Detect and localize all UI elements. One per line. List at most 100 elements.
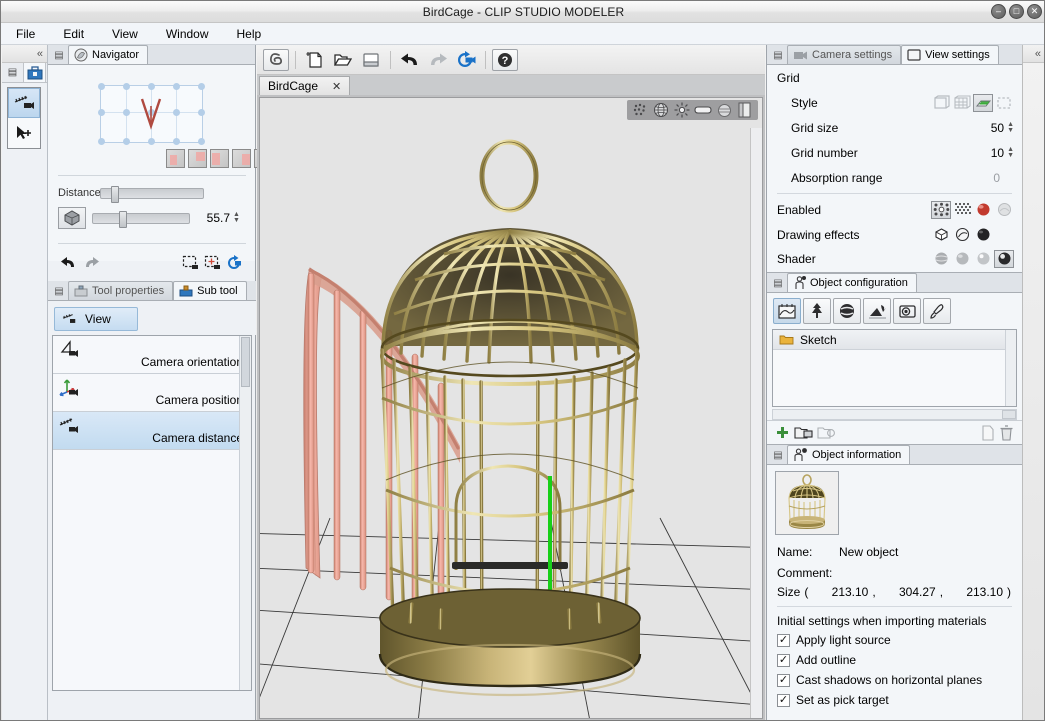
minimize-button[interactable]: – bbox=[991, 4, 1006, 19]
checkbox-row-pick-target[interactable]: ✓ Set as pick target bbox=[767, 690, 1022, 710]
close-button[interactable]: ✕ bbox=[1027, 4, 1042, 19]
viewport-scrollbar[interactable] bbox=[750, 128, 762, 718]
distance-value[interactable]: 55.7 bbox=[196, 211, 230, 225]
object-size-y[interactable]: 304.27 bbox=[880, 585, 936, 599]
wireframe-globe-icon[interactable] bbox=[652, 102, 670, 118]
tab-object-information[interactable]: Object information bbox=[787, 445, 911, 464]
zoom-slider-thumb[interactable] bbox=[119, 210, 127, 228]
subtool-group-view[interactable]: View bbox=[54, 307, 138, 331]
enabled-glass-button[interactable] bbox=[994, 201, 1014, 219]
camera-distance-tool-button[interactable] bbox=[8, 88, 40, 118]
tab-navigator[interactable]: Navigator bbox=[68, 45, 149, 64]
grid-number-spinner[interactable]: ▲ ▼ bbox=[1007, 146, 1014, 159]
redo-button[interactable] bbox=[425, 49, 451, 71]
object-information-menu-icon[interactable]: ▤ bbox=[769, 446, 787, 464]
menu-item-help[interactable]: Help bbox=[234, 26, 265, 42]
maximize-button[interactable]: □ bbox=[1009, 4, 1024, 19]
duplicate-button[interactable] bbox=[981, 424, 995, 441]
document-tab-close-icon[interactable]: ✕ bbox=[332, 80, 341, 93]
document-tab-birdcage[interactable]: BirdCage ✕ bbox=[259, 76, 351, 95]
zoom-slider-track[interactable] bbox=[92, 210, 190, 228]
grid-style-none-button[interactable] bbox=[994, 94, 1014, 112]
light-tool-button[interactable] bbox=[863, 298, 891, 324]
object-name-value[interactable]: New object bbox=[839, 545, 898, 559]
delete-button[interactable] bbox=[999, 424, 1014, 441]
help-button[interactable]: ? bbox=[492, 48, 518, 71]
brush-tool-button[interactable] bbox=[923, 298, 951, 324]
effect-toon-button[interactable] bbox=[952, 226, 972, 244]
open-file-button[interactable] bbox=[330, 49, 356, 71]
shader-textured-button[interactable] bbox=[931, 250, 951, 268]
camera-tool-button[interactable] bbox=[893, 298, 921, 324]
enabled-material-button[interactable] bbox=[973, 201, 993, 219]
sketch-tool-button[interactable] bbox=[773, 298, 801, 324]
undo-button[interactable] bbox=[397, 49, 423, 71]
grid-style-floor-button[interactable] bbox=[973, 93, 993, 112]
fit-object-button[interactable] bbox=[180, 253, 202, 273]
object-move-tool-button[interactable] bbox=[8, 118, 40, 148]
new-file-button[interactable] bbox=[302, 49, 328, 71]
checkbox-row-add-outline[interactable]: ✓ Add outline bbox=[767, 650, 1022, 670]
import-folder-button[interactable] bbox=[817, 425, 836, 440]
subtool-menu-icon[interactable]: ▤ bbox=[50, 282, 68, 300]
menu-item-window[interactable]: Window bbox=[163, 26, 212, 42]
panel-menu-icon[interactable]: ▤ bbox=[50, 46, 68, 64]
view-preset-front[interactable] bbox=[166, 149, 185, 168]
shader-glossy-button[interactable] bbox=[973, 250, 993, 268]
toolbox-tab[interactable] bbox=[24, 63, 46, 82]
object-configuration-scrollbar[interactable] bbox=[1005, 330, 1016, 406]
enabled-dots-button[interactable] bbox=[931, 200, 951, 219]
effect-solid-button[interactable] bbox=[973, 226, 993, 244]
grid-style-box-button[interactable] bbox=[931, 94, 951, 112]
right-rail-collapse-button[interactable]: « bbox=[1023, 45, 1044, 63]
effect-wireframe-button[interactable] bbox=[931, 226, 951, 244]
view-preset-back[interactable] bbox=[188, 149, 207, 168]
reset-camera-button[interactable] bbox=[453, 49, 479, 71]
grid-size-value[interactable]: 50 bbox=[991, 121, 1004, 135]
distance-slider-thumb[interactable] bbox=[111, 185, 119, 203]
object-size-x[interactable]: 213.10 bbox=[812, 585, 869, 599]
view-preset-left[interactable] bbox=[210, 149, 229, 168]
tree-tool-button[interactable] bbox=[803, 298, 831, 324]
grid-size-spinner[interactable]: ▲ ▼ bbox=[1007, 121, 1014, 134]
grid-number-value[interactable]: 10 bbox=[991, 146, 1004, 160]
point-cloud-icon[interactable] bbox=[631, 102, 649, 118]
navigator-preview[interactable] bbox=[98, 83, 205, 145]
undo-view-button[interactable] bbox=[58, 253, 80, 273]
disc-icon[interactable] bbox=[715, 102, 733, 118]
sphere-tool-button[interactable] bbox=[833, 298, 861, 324]
bone-icon[interactable] bbox=[694, 102, 712, 118]
page-icon[interactable] bbox=[736, 102, 754, 118]
view-settings-menu-icon[interactable]: ▤ bbox=[769, 46, 787, 64]
add-outline-checkbox[interactable]: ✓ bbox=[777, 653, 790, 667]
checkbox-row-apply-light-source[interactable]: ✓ Apply light source bbox=[767, 630, 1022, 650]
checkbox-row-cast-shadows[interactable]: ✓ Cast shadows on horizontal planes bbox=[767, 670, 1022, 690]
tab-view-settings[interactable]: View settings bbox=[901, 45, 999, 64]
subtool-item-camera-position[interactable]: Camera position bbox=[53, 374, 251, 412]
subtool-item-camera-orientation[interactable]: Camera orientation bbox=[53, 336, 251, 374]
menu-item-view[interactable]: View bbox=[109, 26, 141, 42]
add-button[interactable] bbox=[775, 425, 790, 440]
tab-sub-tool[interactable]: Sub tool bbox=[173, 281, 247, 300]
cast-shadows-checkbox[interactable]: ✓ bbox=[777, 673, 790, 687]
light-source-icon[interactable] bbox=[673, 102, 691, 118]
object-configuration-hscrollbar[interactable] bbox=[772, 409, 1017, 420]
list-item[interactable]: Sketch bbox=[773, 330, 1016, 350]
tab-tool-properties[interactable]: Tool properties bbox=[68, 281, 174, 300]
rail-menu-icon[interactable]: ▤ bbox=[2, 63, 24, 82]
redo-view-button[interactable] bbox=[80, 253, 102, 273]
apply-light-source-checkbox[interactable]: ✓ bbox=[777, 633, 790, 647]
shader-contrast-button[interactable] bbox=[994, 249, 1014, 268]
clip-studio-logo-button[interactable] bbox=[263, 48, 289, 71]
distance-slider-track[interactable] bbox=[100, 185, 204, 203]
reset-view-button[interactable] bbox=[224, 253, 246, 273]
object-configuration-menu-icon[interactable]: ▤ bbox=[769, 274, 787, 292]
left-rail-collapse-button[interactable]: « bbox=[2, 45, 47, 63]
grid-style-boxgrid-button[interactable] bbox=[952, 94, 972, 112]
fit-view-button[interactable] bbox=[202, 253, 224, 273]
menu-item-file[interactable]: File bbox=[13, 26, 38, 42]
new-folder-button[interactable] bbox=[794, 425, 813, 440]
enabled-halftone-button[interactable] bbox=[952, 201, 972, 219]
menu-item-edit[interactable]: Edit bbox=[60, 26, 87, 42]
subtool-scrollbar[interactable] bbox=[239, 336, 251, 690]
